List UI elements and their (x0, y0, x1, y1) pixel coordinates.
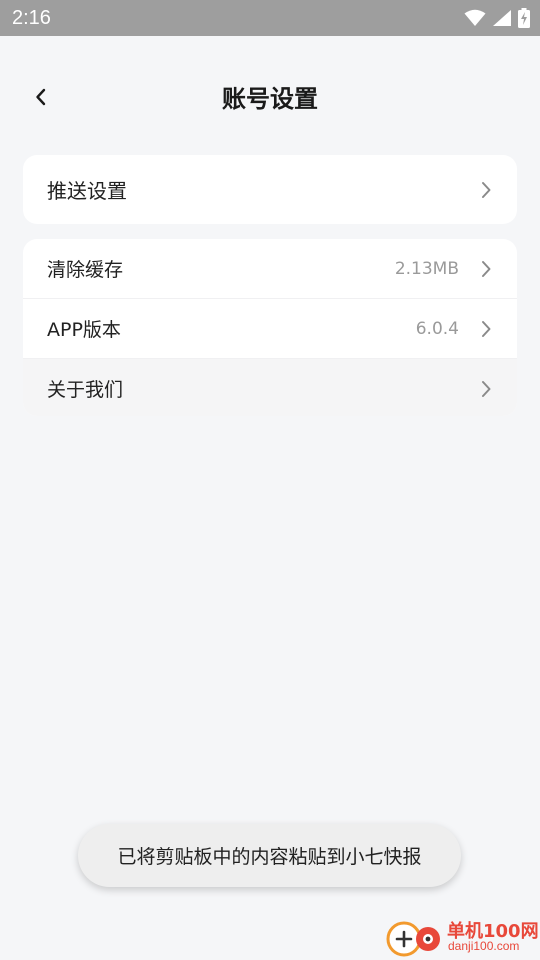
watermark: 单机100网 danji100.com (384, 914, 540, 960)
watermark-url: danji100.com (448, 939, 520, 953)
clear-cache-row[interactable]: 清除缓存 2.13MB (23, 239, 517, 299)
battery-charging-icon (518, 8, 530, 28)
app-version-value: 6.0.4 (415, 318, 459, 339)
chevron-right-icon (482, 380, 491, 397)
toast-text: 已将剪贴板中的内容粘贴到小七快报 (117, 846, 422, 868)
push-settings-card: 推送设置 (23, 155, 517, 224)
watermark-logo-icon (386, 921, 440, 957)
status-bar: 2:16 (0, 0, 540, 36)
status-icons (464, 6, 530, 30)
app-version-row[interactable]: APP版本 6.0.4 (23, 299, 517, 359)
settings-group-card: 清除缓存 2.13MB APP版本 6.0.4 关于我们 (23, 239, 517, 416)
clear-cache-label: 清除缓存 (47, 259, 124, 281)
cache-size-value: 2.13MB (394, 258, 459, 279)
header: 账号设置 (0, 36, 540, 160)
page-title: 账号设置 (222, 85, 318, 113)
chevron-right-icon (482, 320, 491, 337)
screen: 2:16 账号设置 推送设置 清除缓存 2.13MB APP版本 6.0.4 关… (0, 0, 540, 960)
chevron-right-icon (482, 260, 491, 277)
about-us-row[interactable]: 关于我们 (23, 359, 517, 416)
app-version-label: APP版本 (47, 319, 121, 341)
chevron-right-icon (482, 181, 491, 198)
clipboard-toast: 已将剪贴板中的内容粘贴到小七快报 (78, 824, 461, 887)
status-time: 2:16 (12, 7, 51, 29)
signal-icon (492, 9, 512, 27)
wifi-icon (464, 9, 486, 27)
push-settings-row[interactable]: 推送设置 (23, 155, 517, 224)
about-us-label: 关于我们 (47, 379, 124, 401)
push-settings-label: 推送设置 (47, 179, 127, 203)
